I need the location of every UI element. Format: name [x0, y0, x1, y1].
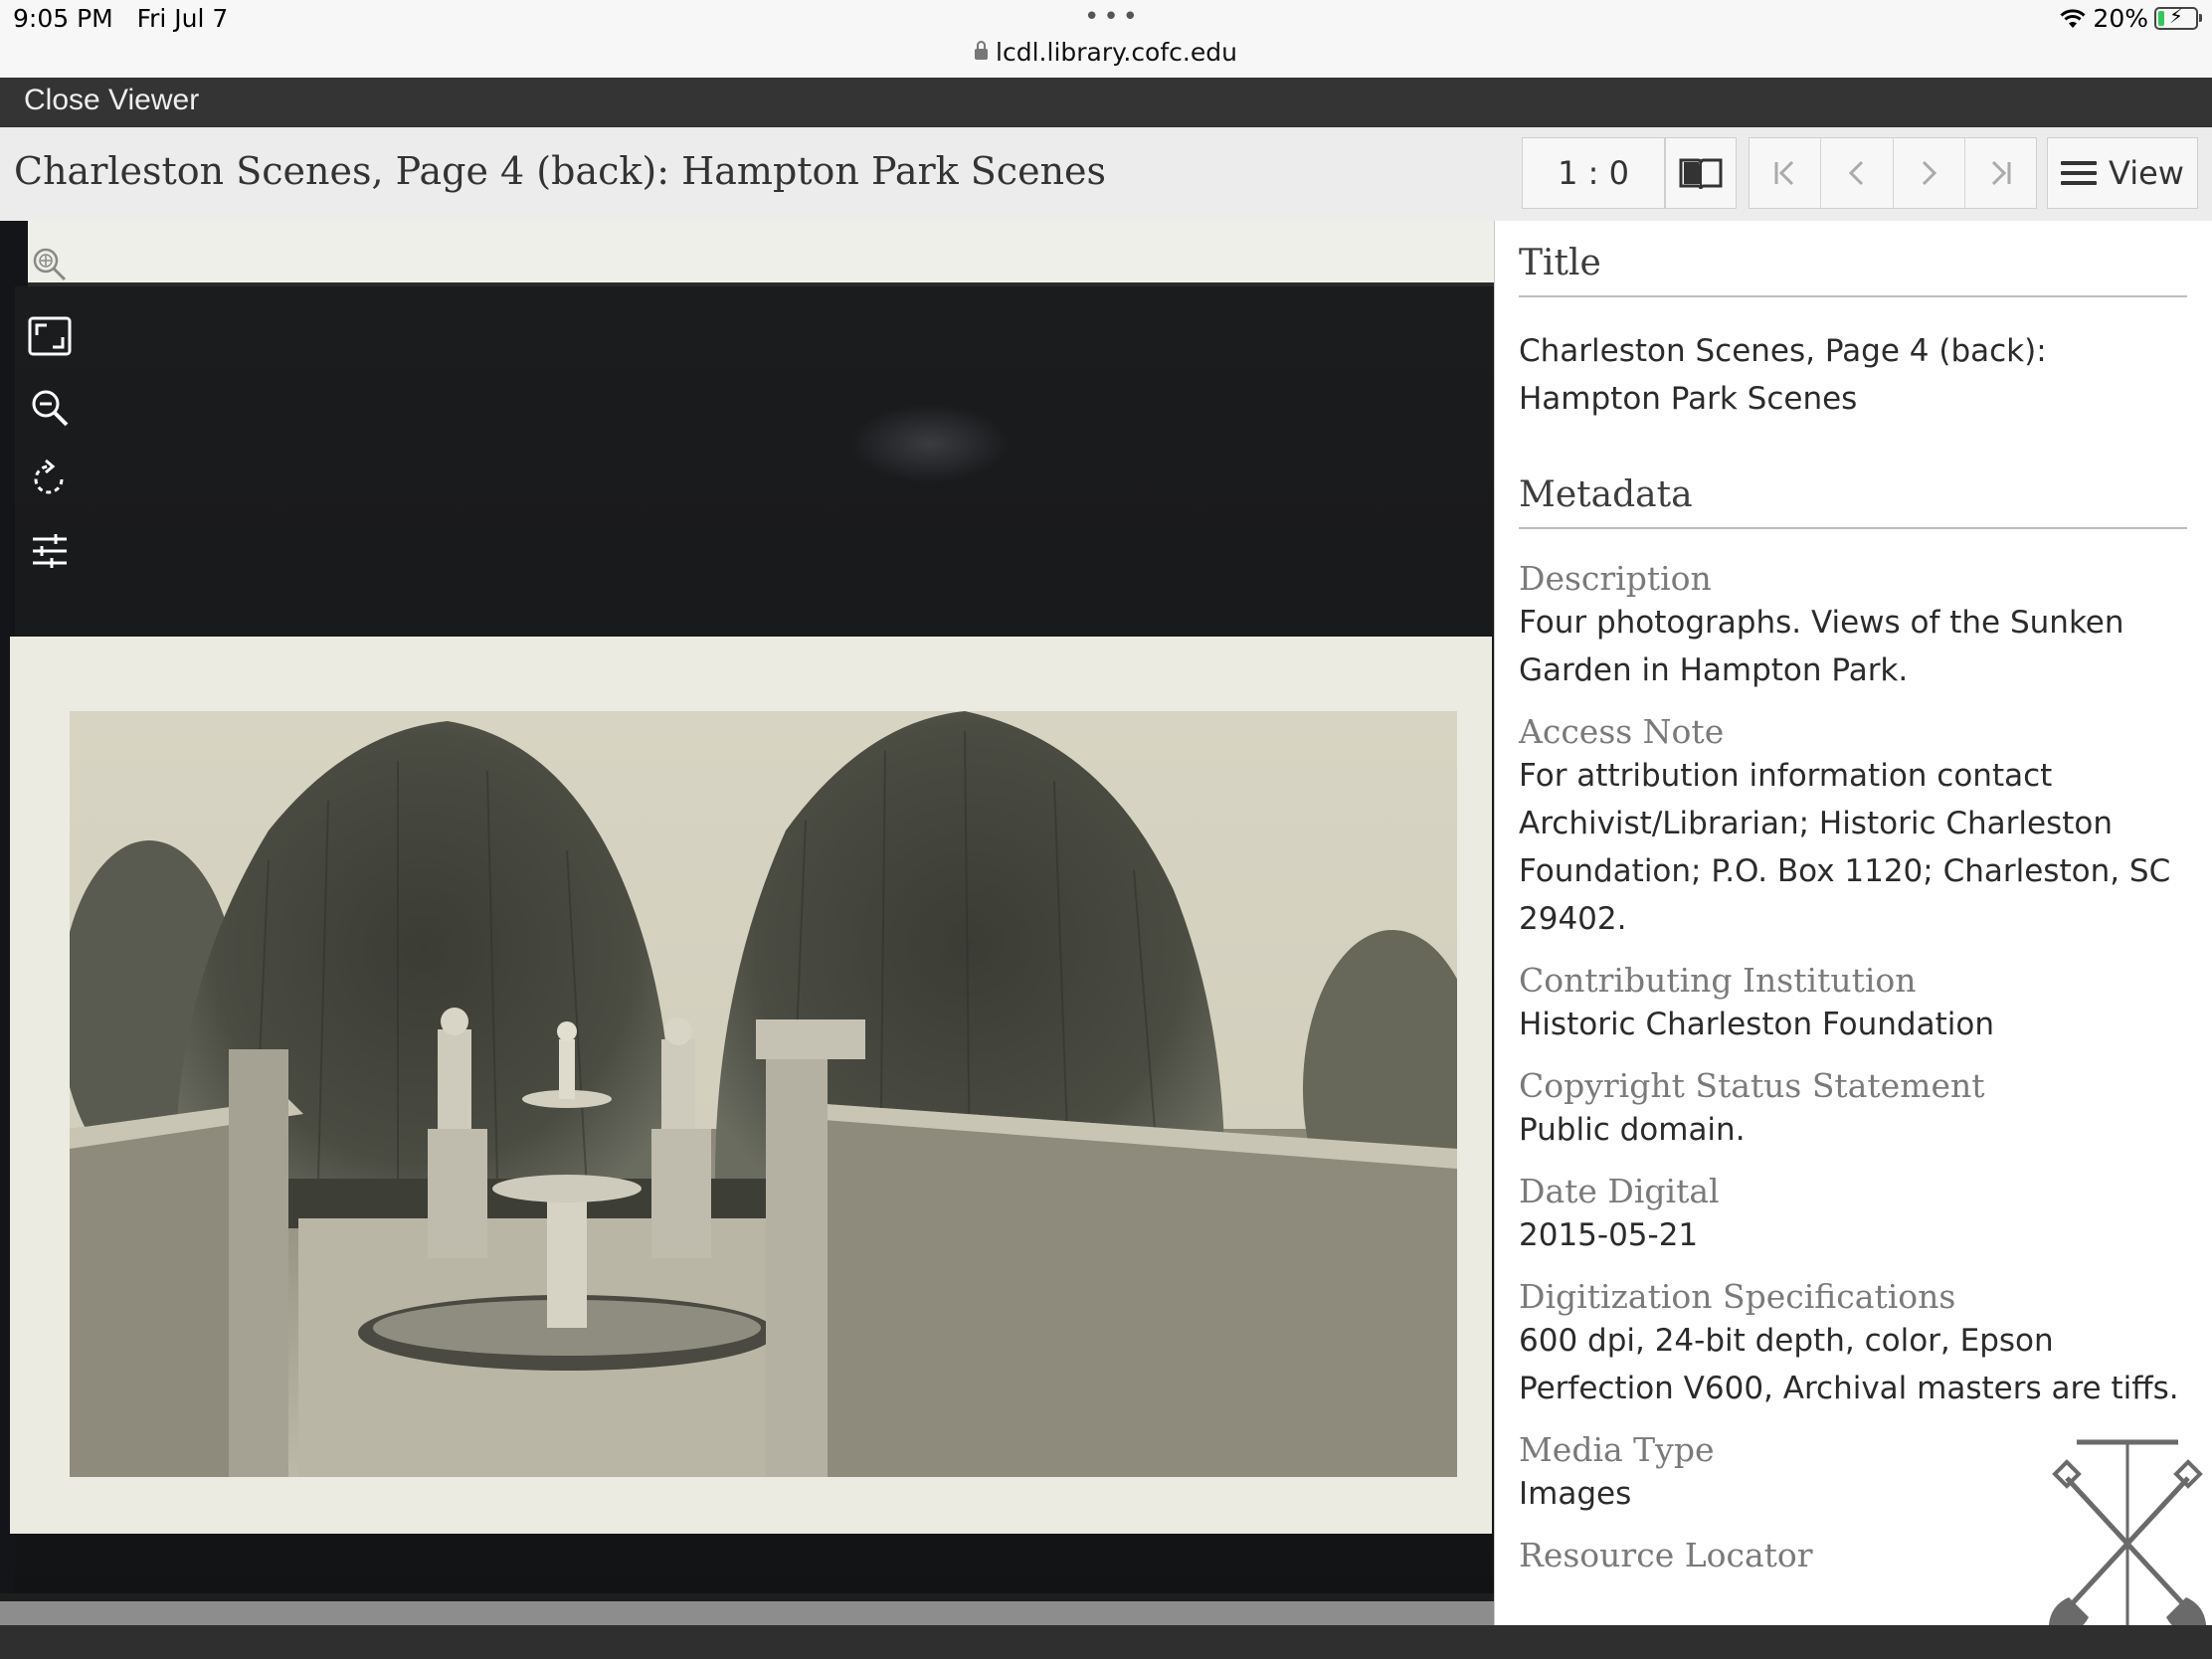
crossed-shovels-logo — [2048, 1439, 2207, 1637]
field-value: For attribution information contact Arch… — [1519, 758, 2171, 937]
metadata-field-description: Description Four photographs. Views of t… — [1519, 559, 2187, 694]
image-adjust-button[interactable] — [22, 523, 78, 579]
image-viewer[interactable] — [0, 221, 1494, 1625]
close-viewer-button[interactable]: Close Viewer — [24, 84, 199, 117]
adjust-icon — [33, 534, 67, 568]
url-text: lcdl.library.cofc.edu — [996, 38, 1237, 67]
metadata-panel[interactable]: Title Charleston Scenes, Page 4 (back): … — [1494, 221, 2212, 1625]
viewer-toolbar — [22, 245, 78, 595]
album-page-edge — [28, 221, 1494, 286]
last-page-icon — [1992, 160, 2011, 186]
sunken-garden-photograph — [70, 711, 1457, 1477]
first-page-button[interactable] — [1750, 138, 1822, 208]
field-value: 600 dpi, 24-bit depth, color, Epson Perf… — [1519, 1323, 2179, 1406]
fullscreen-button[interactable] — [22, 308, 78, 364]
photo-print — [10, 637, 1492, 1534]
rotate-icon — [34, 459, 64, 494]
metadata-field-copyright: Copyright Status Statement Public domain… — [1519, 1066, 2187, 1154]
field-label: Digitization Specifications — [1519, 1277, 1956, 1316]
previous-page-button[interactable] — [1821, 138, 1894, 208]
field-value: Four photographs. Views of the Sunken Ga… — [1519, 605, 2124, 688]
viewer-bottom-shadow — [0, 1593, 1494, 1601]
field-label: Date Digital — [1519, 1172, 1720, 1210]
wifi-icon — [2060, 8, 2086, 28]
viewer-header: Charleston Scenes, Page 4 (back): Hampto… — [0, 127, 2212, 222]
status-bar: 9:05 PM Fri Jul 7 ••• lcdl.library.cofc.… — [0, 0, 2212, 78]
metadata-content: Title Charleston Scenes, Page 4 (back): … — [1519, 243, 2187, 1593]
zoom-in-button[interactable] — [22, 245, 78, 284]
zoom-in-icon — [33, 248, 67, 281]
field-label: Description — [1519, 559, 1712, 598]
battery-percent: 20% — [2093, 4, 2148, 33]
book-icon — [1679, 158, 1723, 190]
multitask-dots[interactable]: ••• — [1084, 2, 1142, 32]
view-label: View — [2109, 154, 2184, 192]
metadata-field-contributing-institution: Contributing Institution Historic Charle… — [1519, 961, 2187, 1048]
book-view-button[interactable] — [1665, 137, 1737, 209]
field-value: Public domain. — [1519, 1112, 1746, 1148]
chevron-left-icon — [1848, 160, 1863, 186]
field-value: 2015-05-21 — [1519, 1217, 1699, 1253]
bottom-bar — [0, 1625, 2212, 1659]
page-navigation — [1749, 137, 2037, 209]
metadata-field-access-note: Access Note For attribution information … — [1519, 712, 2187, 943]
metadata-field-date-digital: Date Digital 2015-05-21 — [1519, 1172, 2187, 1259]
status-time-date: 9:05 PM Fri Jul 7 — [13, 4, 229, 33]
field-label: Access Note — [1519, 712, 1725, 751]
chevron-right-icon — [1923, 160, 1937, 186]
last-page-button[interactable] — [1965, 138, 2036, 208]
metadata-heading: Metadata — [1519, 474, 2187, 529]
hamburger-icon — [2061, 155, 2098, 191]
field-label: Copyright Status Statement — [1519, 1066, 1985, 1105]
url-bar[interactable]: lcdl.library.cofc.edu — [0, 38, 2212, 67]
page-indicator[interactable]: 1 : 0 — [1522, 137, 1665, 209]
viewer-scrollbar[interactable] — [0, 1601, 1494, 1625]
view-menu-button[interactable]: View — [2047, 137, 2198, 209]
fullscreen-icon — [28, 316, 72, 356]
zoom-out-icon — [32, 390, 69, 427]
status-indicators: 20% ⚡ — [2059, 4, 2202, 33]
next-page-button[interactable] — [1894, 138, 1965, 208]
viewer-top-bar: Close Viewer — [0, 78, 2212, 127]
title-heading: Title — [1519, 243, 2187, 297]
lock-icon — [975, 41, 989, 60]
page-title: Charleston Scenes, Page 4 (back): Hampto… — [14, 149, 1107, 193]
zoom-out-button[interactable] — [22, 380, 78, 436]
field-label: Contributing Institution — [1519, 961, 1917, 1000]
photograph-image — [70, 711, 1457, 1477]
field-value: Historic Charleston Foundation — [1519, 1007, 1994, 1042]
title-value: Charleston Scenes, Page 4 (back): Hampto… — [1519, 333, 2047, 417]
page-glow — [850, 404, 1010, 483]
metadata-field-digitization: Digitization Specifications 600 dpi, 24-… — [1519, 1277, 2187, 1412]
first-page-icon — [1774, 160, 1793, 186]
rotate-button[interactable] — [22, 452, 78, 507]
battery-icon: ⚡ — [2154, 4, 2202, 30]
